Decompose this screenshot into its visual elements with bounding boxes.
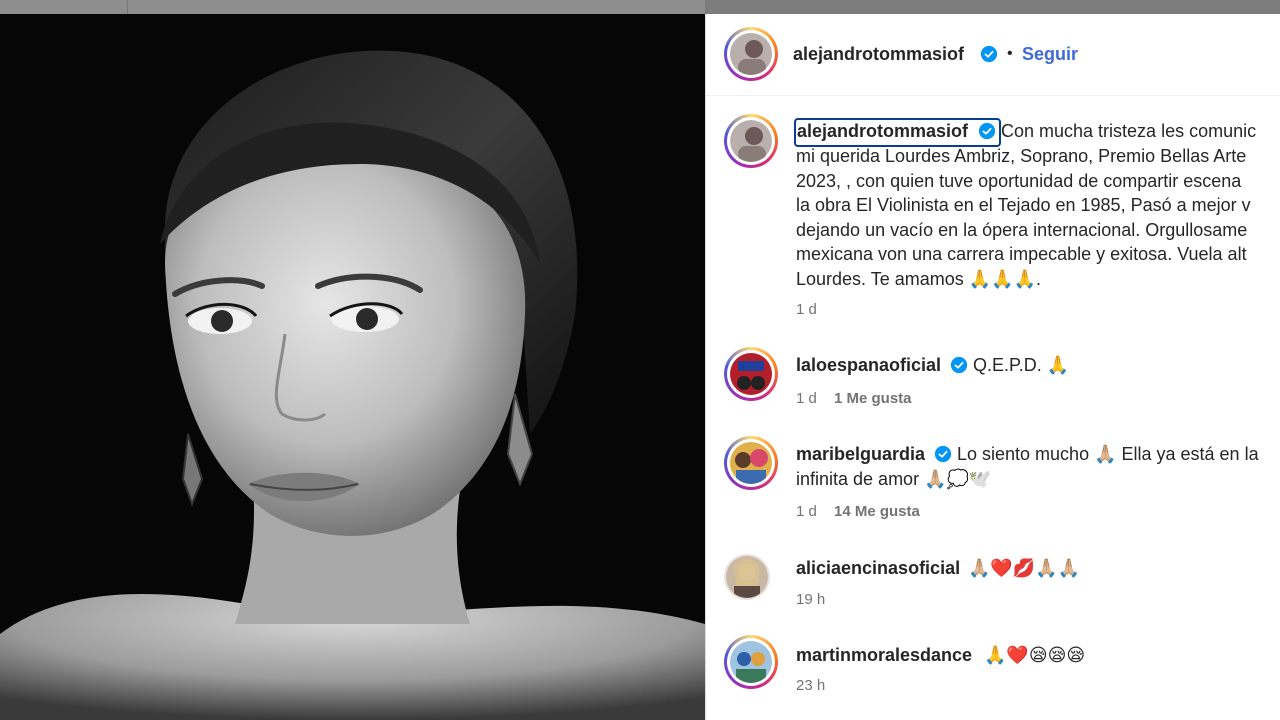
commenter-avatar[interactable]: [724, 554, 770, 600]
verified-badge-icon: [950, 356, 968, 374]
caption-line: Lourdes. Te amamos 🙏🙏🙏.: [796, 269, 1041, 289]
caption-line: Con mucha tristeza les comunic: [1001, 121, 1257, 141]
author-avatar[interactable]: [724, 27, 778, 81]
caption-line: dejando un vacío en la ópera internacion…: [796, 220, 1248, 240]
profile-avatar: [730, 442, 772, 484]
profile-avatar: [730, 641, 772, 683]
commenter-username[interactable]: aliciaencinasoficial: [796, 558, 960, 579]
profile-avatar: [730, 353, 772, 395]
caption-line: 2023, , con quien tuve oportunidad de co…: [796, 171, 1242, 191]
portrait-image: [0, 14, 705, 720]
caption-timestamp[interactable]: 1 d: [796, 301, 817, 318]
caption-author-avatar[interactable]: [724, 114, 778, 168]
comment-timestamp[interactable]: 19 h: [796, 591, 825, 608]
comment-timestamp[interactable]: 1 d: [796, 390, 817, 407]
commenter-avatar[interactable]: [724, 635, 778, 689]
comment-text: Lo siento mucho 🙏🏼 Ella ya está en la: [957, 444, 1259, 464]
commenter-username[interactable]: maribelguardia: [796, 444, 925, 465]
verified-badge-icon: [978, 122, 996, 140]
top-strip-right: [705, 0, 1280, 14]
commenter-username[interactable]: martinmoralesdance: [796, 645, 972, 666]
follow-button[interactable]: Seguir: [1022, 44, 1078, 65]
caption-line: mi querida Lourdes Ambriz, Soprano, Prem…: [796, 146, 1247, 166]
caption-line: mexicana von una carrera impecable y exi…: [796, 244, 1247, 264]
profile-avatar: [726, 556, 768, 598]
caption-author-username[interactable]: alejandrotommasiof: [797, 121, 968, 142]
commenter-username[interactable]: laloespanaoficial: [796, 355, 941, 376]
commenter-avatar[interactable]: [724, 347, 778, 401]
comment-likes[interactable]: 14 Me gusta: [834, 503, 920, 520]
browser-top-strip: [0, 0, 1280, 14]
comment-timestamp[interactable]: 1 d: [796, 503, 817, 520]
post-photo: [0, 14, 705, 720]
comment-likes[interactable]: 1 Me gusta: [834, 390, 912, 407]
profile-avatar: [730, 33, 772, 75]
verified-badge-icon: [934, 445, 952, 463]
profile-avatar: [730, 120, 772, 162]
verified-badge-icon: [980, 45, 998, 63]
top-strip-segment: [0, 0, 128, 14]
comment-text: infinita de amor 🙏🏼💭🕊️: [796, 469, 992, 489]
caption-line: la obra El Violinista en el Tejado en 19…: [796, 195, 1251, 215]
author-username[interactable]: alejandrotommasiof: [793, 44, 964, 65]
post-sidebar: alejandrotommasiof • Seguir alejandrotom…: [705, 14, 1280, 720]
post-header: alejandrotommasiof • Seguir: [706, 14, 1280, 96]
header-separator: •: [1007, 45, 1013, 62]
commenter-avatar[interactable]: [724, 436, 778, 490]
comment-text: 🙏🏼❤️💋🙏🏼🙏🏼: [968, 558, 1081, 578]
comment-timestamp[interactable]: 23 h: [796, 677, 825, 694]
comment-text: 🙏❤️😪😪😪: [984, 645, 1086, 665]
comment-text: Q.E.P.D. 🙏: [973, 355, 1070, 375]
